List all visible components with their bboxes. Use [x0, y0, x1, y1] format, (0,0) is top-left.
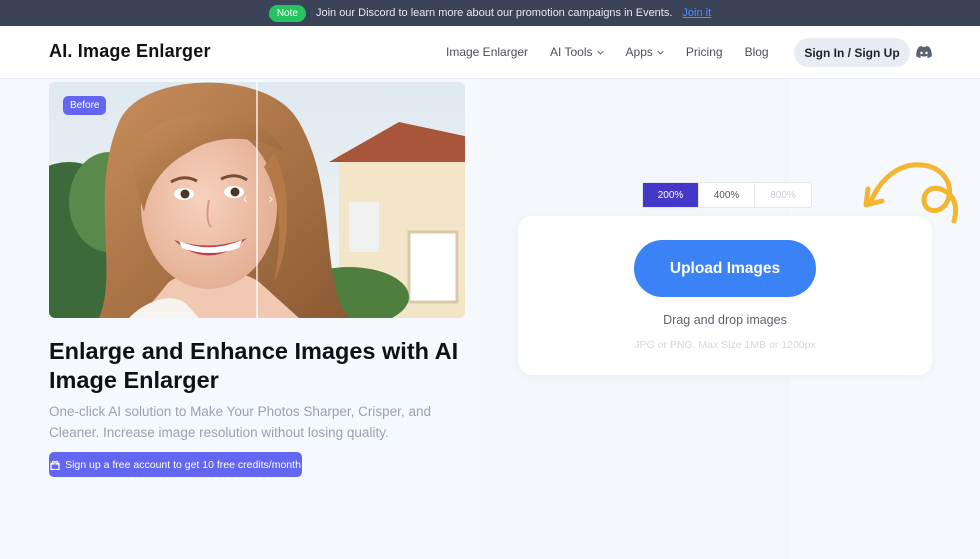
- curly-arrow-icon: [863, 162, 959, 224]
- announcement-text: Join our Discord to learn more about our…: [315, 7, 673, 19]
- site-header: AI. Image Enlarger Image Enlarger AI Too…: [0, 26, 980, 79]
- discord-icon[interactable]: [916, 45, 932, 59]
- nav-item-label: Blog: [744, 45, 769, 59]
- upload-images-button[interactable]: Upload Images: [634, 240, 816, 297]
- before-badge: Before: [63, 96, 107, 115]
- chevron-right-icon: ›: [268, 190, 273, 206]
- nav-item-label: AI Tools: [550, 45, 593, 59]
- page-title: Enlarge and Enhance Images with AI Image…: [49, 338, 459, 393]
- main-nav: Image Enlarger AI Tools Apps Pricing Blo…: [446, 45, 791, 59]
- compare-slider-handle[interactable]: ‹ ›: [243, 190, 273, 208]
- nav-item-ai-tools[interactable]: AI Tools: [550, 45, 604, 59]
- announcement-bar: Note Join our Discord to learn more abou…: [0, 0, 980, 26]
- nav-item-label: Image Enlarger: [446, 45, 529, 59]
- scale-selector: 200% 400% 800%: [642, 182, 812, 208]
- scale-tab-200[interactable]: 200%: [643, 183, 699, 207]
- nav-item-pricing[interactable]: Pricing: [686, 45, 723, 59]
- chevron-down-icon: [657, 50, 664, 55]
- nav-item-image-enlarger[interactable]: Image Enlarger: [446, 45, 528, 59]
- scale-tab-800[interactable]: 800%: [755, 183, 811, 207]
- nav-item-label: Apps: [625, 45, 653, 59]
- nav-item-label: Pricing: [685, 45, 723, 59]
- scale-tab-400[interactable]: 400%: [699, 183, 755, 207]
- chevron-down-icon: [596, 50, 604, 55]
- free-credits-signup-button[interactable]: Sign up a free account to get 10 free cr…: [49, 452, 302, 477]
- chevron-left-icon: ‹: [243, 190, 248, 206]
- drag-drop-hint: Drag and drop images: [663, 313, 787, 327]
- gift-icon: [50, 460, 60, 470]
- sign-in-button[interactable]: Sign In / Sign Up: [794, 38, 910, 67]
- before-after-image[interactable]: Before ‹ ›: [49, 82, 465, 318]
- site-logo[interactable]: AI. Image Enlarger: [49, 41, 211, 62]
- free-credits-label: Sign up a free account to get 10 free cr…: [65, 458, 301, 471]
- page-subtitle: One-click AI solution to Make Your Photo…: [49, 404, 431, 440]
- file-limit-hint: JPG or PNG. Max Size 1MB or 1200px: [634, 339, 816, 351]
- nav-item-apps[interactable]: Apps: [626, 45, 664, 59]
- nav-item-blog[interactable]: Blog: [745, 45, 769, 59]
- join-discord-link[interactable]: Join it: [682, 7, 711, 19]
- note-badge: Note: [268, 4, 306, 22]
